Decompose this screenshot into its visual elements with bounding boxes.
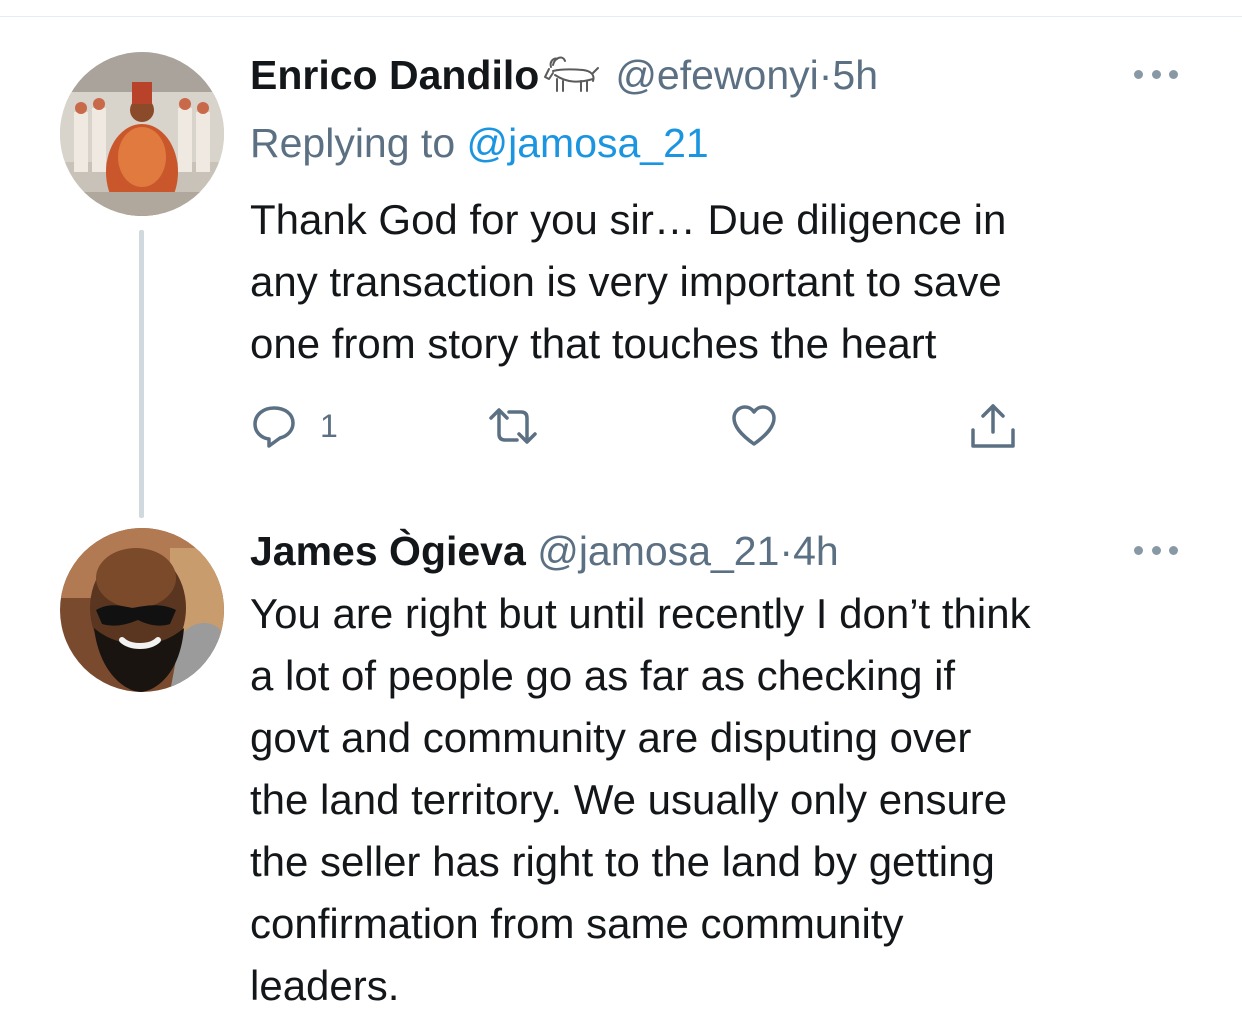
share-icon [968,402,1018,450]
reply-count: 1 [320,407,338,444]
text-line: leaders. [250,962,400,1009]
replying-to: Replying to @jamosa_21 [250,119,709,167]
text-line: Thank God for you sir… Due diligence in [250,196,1007,243]
retweet-icon [485,402,541,450]
top-divider [0,16,1242,17]
text-line: any transaction is very important to sav… [250,258,1002,305]
text-line: govt and community are disputing over [250,714,972,761]
author-handle[interactable]: @jamosa_21 [537,528,779,574]
replying-mention-link[interactable]: @jamosa_21 [467,120,709,166]
timestamp[interactable]: 4h [793,528,839,574]
tweet-text: Thank God for you sir… Due diligence in … [250,189,1210,375]
text-line: confirmation from same community [250,900,904,947]
separator-dot: · [779,528,794,574]
more-icon[interactable] [1134,67,1178,81]
tweet-text: You are right but until recently I don’t… [250,583,1210,1017]
avatar[interactable] [60,52,224,216]
reply-icon [250,402,298,450]
text-line: the seller has right to the land by gett… [250,838,995,885]
tweet-header: James Ògieva @jamosa_21·4h [250,527,839,575]
text-line: a lot of people go as far as checking if [250,652,956,699]
text-line: one from story that touches the heart [250,320,937,367]
like-icon [730,402,778,450]
goat-emoji-icon [541,55,601,105]
more-icon[interactable] [1134,543,1178,557]
tweet-header: Enrico Dandilo @efewonyi·5h [250,51,878,105]
timestamp[interactable]: 5h [832,52,878,98]
action-bar: 1 [250,402,1050,450]
separator-dot: · [818,52,833,98]
text-line: You are right but until recently I don’t… [250,590,1031,637]
thread-connector [139,230,144,518]
like-button[interactable] [730,402,778,450]
author-name[interactable]: James Ògieva [250,528,526,574]
retweet-button[interactable] [485,402,541,450]
author-name[interactable]: Enrico Dandilo [250,52,539,98]
text-line: the land territory. We usually only ensu… [250,776,1008,823]
share-button[interactable] [968,402,1018,450]
reply-button[interactable]: 1 [250,402,338,450]
avatar[interactable] [60,528,224,692]
replying-prefix: Replying to [250,120,467,166]
author-handle[interactable]: @efewonyi [615,52,818,98]
